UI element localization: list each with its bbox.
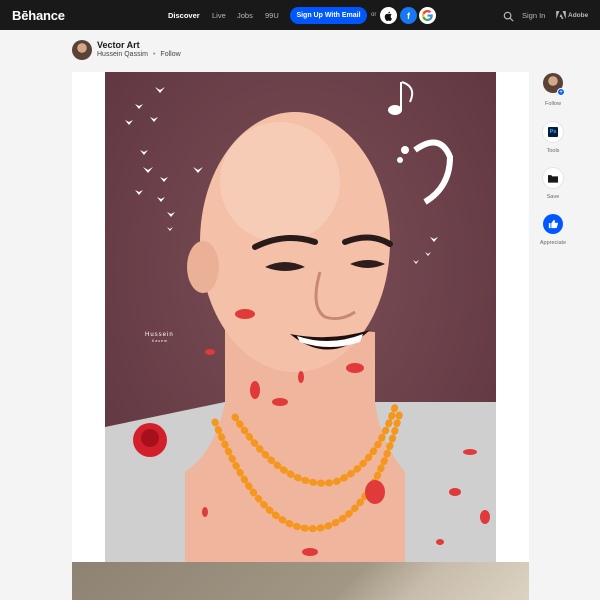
rail-save-label: Save — [546, 194, 560, 200]
owner-avatar[interactable] — [72, 40, 92, 60]
nav-live[interactable]: Live — [212, 11, 226, 20]
follow-link[interactable]: Follow — [160, 51, 180, 58]
nav-discover[interactable]: Discover — [168, 11, 200, 20]
owner-name-link[interactable]: Hussein Qassim — [97, 51, 148, 58]
google-icon[interactable] — [419, 7, 436, 24]
sign-up-email-button[interactable]: Sign Up With Email — [290, 7, 367, 24]
artwork-image[interactable]: Hussein Kasem — [105, 72, 496, 562]
rail-appreciate-label: Appreciate — [539, 240, 567, 246]
or-label: or — [371, 12, 377, 18]
behance-logo[interactable]: Bēhance — [12, 8, 65, 23]
plus-icon[interactable]: + — [557, 88, 565, 96]
project-title: Vector Art — [97, 40, 140, 50]
rail-follow-label: Follow — [545, 101, 561, 107]
project-canvas: Hussein Kasem — [72, 72, 529, 562]
rail-tools-label: Tools — [546, 148, 560, 154]
next-image-preview[interactable] — [72, 562, 529, 600]
sign-in-link[interactable]: Sign In — [522, 11, 545, 20]
appreciate-button[interactable] — [543, 214, 563, 234]
artwork-signature-top: Hussein — [145, 332, 174, 338]
search-icon[interactable] — [503, 9, 514, 22]
facebook-icon[interactable]: f — [400, 7, 417, 24]
apple-icon[interactable] — [380, 7, 397, 24]
adobe-icon — [556, 11, 566, 19]
nav-jobs[interactable]: Jobs — [237, 11, 253, 20]
tools-button[interactable]: Ps — [543, 122, 563, 142]
top-navigation-bar: Bēhance Discover Live Jobs 99U Sign Up W… — [0, 0, 600, 30]
adobe-link[interactable]: Adobe — [556, 11, 588, 19]
owner-line: Hussein Qassim • Follow — [97, 51, 181, 58]
adobe-label: Adobe — [568, 11, 589, 19]
photoshop-icon: Ps — [548, 127, 558, 137]
separator-dot: • — [152, 51, 156, 58]
save-button[interactable] — [543, 168, 563, 188]
nav-99u[interactable]: 99U — [265, 11, 279, 20]
folder-icon — [548, 174, 558, 183]
thumbs-up-icon — [548, 219, 558, 229]
artwork-signature-bottom: Kasem — [152, 339, 168, 343]
